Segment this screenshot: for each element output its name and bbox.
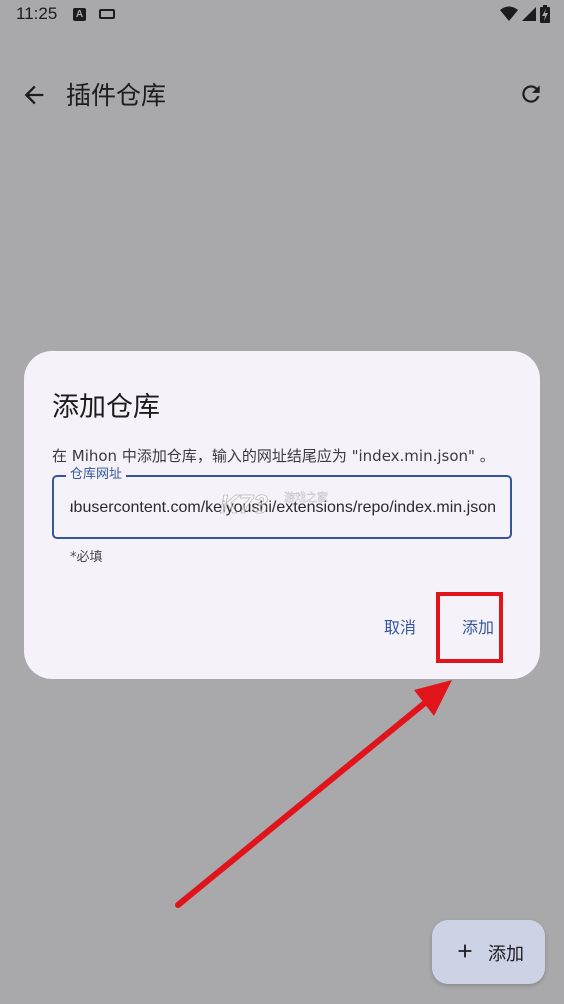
fab-label: 添加 xyxy=(488,944,524,965)
add-fab[interactable]: 添加 xyxy=(432,920,545,984)
arrow-back-icon[interactable] xyxy=(20,81,48,109)
page-title: 插件仓库 xyxy=(66,81,167,110)
dialog-title: 添加仓库 xyxy=(52,392,160,423)
watermark-caption: 游戏之家 xyxy=(284,490,328,504)
watermark-logo: K73 游戏之家 xyxy=(220,489,329,520)
plus-icon xyxy=(458,944,472,958)
status-icons xyxy=(500,4,550,24)
refresh-icon[interactable] xyxy=(518,81,544,107)
status-time: 11:25 xyxy=(16,4,58,23)
top-app-bar: 插件仓库 xyxy=(0,60,564,130)
keyboard-icon xyxy=(99,9,115,19)
watermark-logo-text: K73 xyxy=(220,489,268,519)
dialog-message: 在 Mihon 中添加仓库，输入的网址结尾应为 "index.min.json"… xyxy=(52,447,495,465)
signal-icon xyxy=(522,7,536,21)
wifi-icon xyxy=(500,6,518,21)
cancel-button[interactable]: 取消 xyxy=(384,614,416,638)
battery-icon xyxy=(540,5,550,23)
status-bar: 11:25 A xyxy=(0,0,564,30)
required-helper-text: *必填 xyxy=(70,550,103,565)
repo-url-label: 仓库网址 xyxy=(66,466,127,484)
highlight-box xyxy=(436,592,503,663)
a-icon: A xyxy=(73,8,86,21)
